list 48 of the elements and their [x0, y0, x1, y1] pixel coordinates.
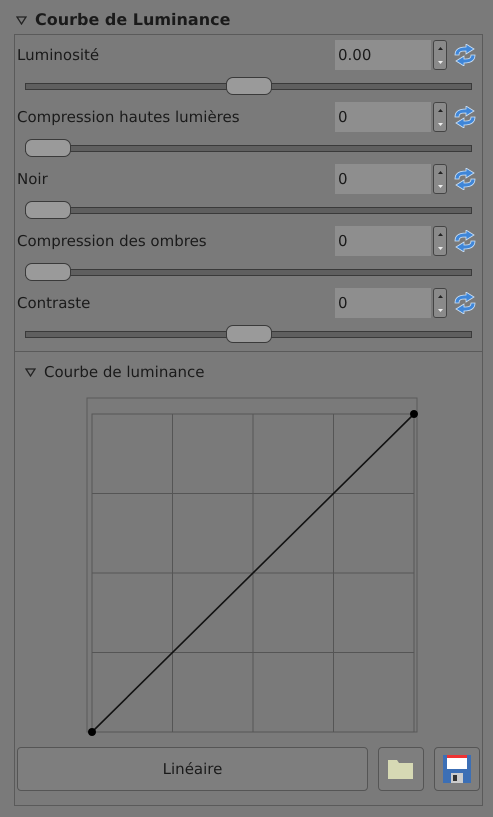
- section-title: Courbe de luminance: [44, 362, 204, 384]
- folder-icon: [387, 758, 415, 780]
- slider-thumb[interactable]: [25, 263, 71, 281]
- value-field[interactable]: 0.00: [335, 40, 431, 70]
- slider-track[interactable]: [25, 137, 472, 159]
- slider-label: Contraste: [17, 292, 92, 314]
- value-field[interactable]: 0: [335, 102, 431, 132]
- slider-track[interactable]: [25, 323, 472, 345]
- slider-thumb[interactable]: [226, 77, 272, 95]
- collapse-icon[interactable]: [16, 16, 27, 24]
- down-arrow-icon: [438, 246, 442, 250]
- linear-button[interactable]: Linéaire: [17, 747, 368, 791]
- slider-track[interactable]: [25, 75, 472, 97]
- slider-label: Noir: [17, 168, 49, 190]
- slider-label: Compression des ombres: [17, 230, 208, 252]
- refresh-icon[interactable]: [452, 44, 478, 66]
- down-arrow-icon: [438, 122, 442, 126]
- down-arrow-icon: [438, 60, 442, 64]
- panel-title: Courbe de Luminance: [35, 9, 230, 31]
- slider-label: Luminosité: [17, 44, 100, 66]
- slider-label: Compression hautes lumières: [17, 106, 241, 128]
- spin-buttons[interactable]: [433, 288, 447, 318]
- value-field[interactable]: 0: [335, 226, 431, 256]
- up-arrow-icon: [438, 46, 442, 50]
- spin-buttons[interactable]: [433, 164, 447, 194]
- value-field[interactable]: 0: [335, 288, 431, 318]
- refresh-icon[interactable]: [452, 168, 478, 190]
- save-button[interactable]: [434, 747, 480, 791]
- spin-buttons[interactable]: [433, 40, 447, 70]
- slider-thumb[interactable]: [25, 139, 71, 157]
- up-arrow-icon: [438, 108, 442, 112]
- collapse-icon[interactable]: [25, 368, 36, 377]
- slider-track[interactable]: [25, 199, 472, 221]
- refresh-icon[interactable]: [452, 292, 478, 314]
- up-arrow-icon: [438, 294, 442, 298]
- spin-buttons[interactable]: [433, 226, 447, 256]
- down-arrow-icon: [438, 184, 442, 188]
- up-arrow-icon: [438, 170, 442, 174]
- slider-thumb[interactable]: [25, 201, 71, 219]
- down-arrow-icon: [438, 308, 442, 312]
- value-field[interactable]: 0: [335, 164, 431, 194]
- slider-track[interactable]: [25, 261, 472, 283]
- up-arrow-icon: [438, 232, 442, 236]
- slider-thumb[interactable]: [226, 325, 272, 343]
- refresh-icon[interactable]: [452, 106, 478, 128]
- open-button[interactable]: [378, 747, 424, 791]
- spin-buttons[interactable]: [433, 102, 447, 132]
- refresh-icon[interactable]: [452, 230, 478, 252]
